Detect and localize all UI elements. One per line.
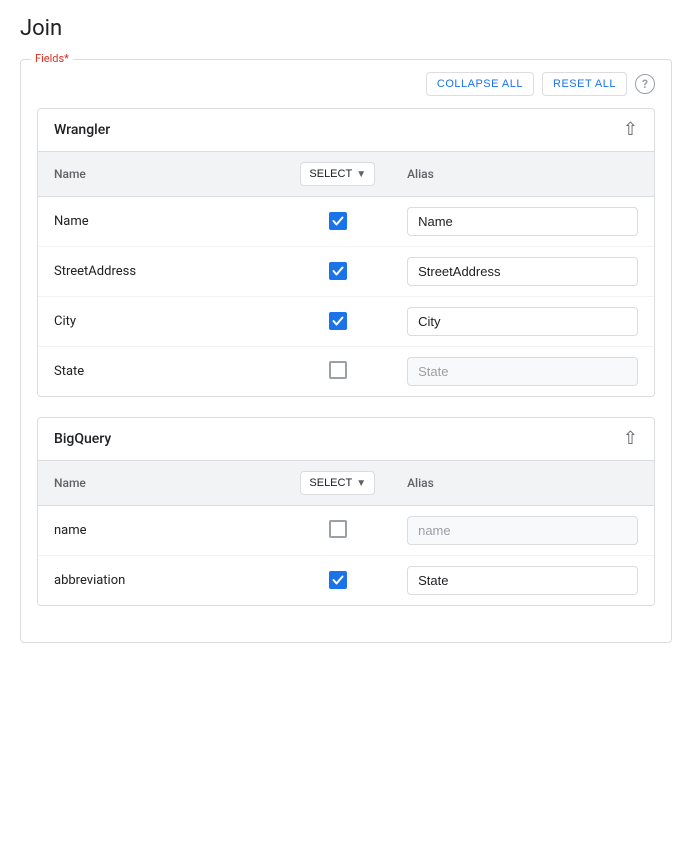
collapse-all-button[interactable]: COLLAPSE ALL xyxy=(426,72,534,96)
fields-table-bigquery: Name SELECT ▼ Alias name abbreviation xyxy=(38,460,654,605)
table-row: State xyxy=(38,347,654,397)
alias-input-bigquery-1[interactable] xyxy=(407,566,638,595)
page-title: Join xyxy=(20,16,672,41)
alias-cell-bigquery-1 xyxy=(391,556,654,606)
col-name-header-wrangler: Name xyxy=(38,152,284,197)
alias-cell-wrangler-0 xyxy=(391,197,654,247)
alias-cell-wrangler-1 xyxy=(391,247,654,297)
checkbox-wrangler-2[interactable] xyxy=(329,312,347,330)
select-arrow-bigquery: ▼ xyxy=(356,478,366,489)
checkbox-cell-wrangler-1 xyxy=(284,247,391,297)
col-select-header-wrangler: SELECT ▼ xyxy=(284,152,391,197)
alias-cell-bigquery-0 xyxy=(391,506,654,556)
alias-input-wrangler-0[interactable] xyxy=(407,207,638,236)
table-row: abbreviation xyxy=(38,556,654,606)
chevron-icon-bigquery: ⇧ xyxy=(623,430,638,448)
table-row: City xyxy=(38,297,654,347)
checkbox-bigquery-1[interactable] xyxy=(329,571,347,589)
checkbox-cell-wrangler-3 xyxy=(284,347,391,397)
alias-input-wrangler-2[interactable] xyxy=(407,307,638,336)
alias-cell-wrangler-2 xyxy=(391,297,654,347)
checkbox-wrapper-wrangler-2[interactable] xyxy=(329,312,347,330)
checkbox-wrangler-0[interactable] xyxy=(329,212,347,230)
field-name-wrangler-3: State xyxy=(38,347,284,397)
alias-input-wrangler-1[interactable] xyxy=(407,257,638,286)
source-card-bigquery: BigQuery ⇧ Name SELECT ▼ Alias name xyxy=(37,417,655,606)
alias-input-bigquery-0[interactable] xyxy=(407,516,638,545)
checkbox-wrapper-wrangler-0[interactable] xyxy=(329,212,347,230)
checkbox-bigquery-0[interactable] xyxy=(329,520,347,538)
table-row: StreetAddress xyxy=(38,247,654,297)
checkbox-wrangler-1[interactable] xyxy=(329,262,347,280)
checkbox-wrapper-wrangler-1[interactable] xyxy=(329,262,347,280)
chevron-icon-wrangler: ⇧ xyxy=(623,121,638,139)
select-btn-bigquery[interactable]: SELECT ▼ xyxy=(300,471,375,495)
field-name-bigquery-0: name xyxy=(38,506,284,556)
checkbox-wrapper-bigquery-0[interactable] xyxy=(329,520,347,538)
field-name-bigquery-1: abbreviation xyxy=(38,556,284,606)
checkbox-wrangler-3[interactable] xyxy=(329,361,347,379)
col-alias-header-wrangler: Alias xyxy=(391,152,654,197)
alias-cell-wrangler-3 xyxy=(391,347,654,397)
col-alias-header-bigquery: Alias xyxy=(391,461,654,506)
field-name-wrangler-0: Name xyxy=(38,197,284,247)
source-card-wrangler: Wrangler ⇧ Name SELECT ▼ Alias Name xyxy=(37,108,655,397)
checkbox-cell-bigquery-1 xyxy=(284,556,391,606)
checkbox-cell-bigquery-0 xyxy=(284,506,391,556)
checkbox-cell-wrangler-2 xyxy=(284,297,391,347)
help-icon[interactable]: ? xyxy=(635,74,655,94)
col-select-header-bigquery: SELECT ▼ xyxy=(284,461,391,506)
select-btn-wrangler[interactable]: SELECT ▼ xyxy=(300,162,375,186)
toolbar: COLLAPSE ALL RESET ALL ? xyxy=(37,72,655,96)
fields-table-wrangler: Name SELECT ▼ Alias Name StreetAddres xyxy=(38,151,654,396)
source-header-wrangler[interactable]: Wrangler ⇧ xyxy=(38,109,654,151)
checkbox-wrapper-wrangler-3[interactable] xyxy=(329,361,347,379)
field-name-wrangler-2: City xyxy=(38,297,284,347)
reset-all-button[interactable]: RESET ALL xyxy=(542,72,627,96)
col-name-header-bigquery: Name xyxy=(38,461,284,506)
field-name-wrangler-1: StreetAddress xyxy=(38,247,284,297)
source-title-bigquery: BigQuery xyxy=(54,431,111,447)
select-arrow-wrangler: ▼ xyxy=(356,169,366,180)
checkbox-wrapper-bigquery-1[interactable] xyxy=(329,571,347,589)
sources-container: Wrangler ⇧ Name SELECT ▼ Alias Name xyxy=(37,108,655,606)
table-row: name xyxy=(38,506,654,556)
table-row: Name xyxy=(38,197,654,247)
alias-input-wrangler-3[interactable] xyxy=(407,357,638,386)
checkbox-cell-wrangler-0 xyxy=(284,197,391,247)
fields-label: Fields* xyxy=(31,52,73,65)
source-title-wrangler: Wrangler xyxy=(54,122,110,138)
fields-section: Fields* COLLAPSE ALL RESET ALL ? Wrangle… xyxy=(20,59,672,643)
source-header-bigquery[interactable]: BigQuery ⇧ xyxy=(38,418,654,460)
